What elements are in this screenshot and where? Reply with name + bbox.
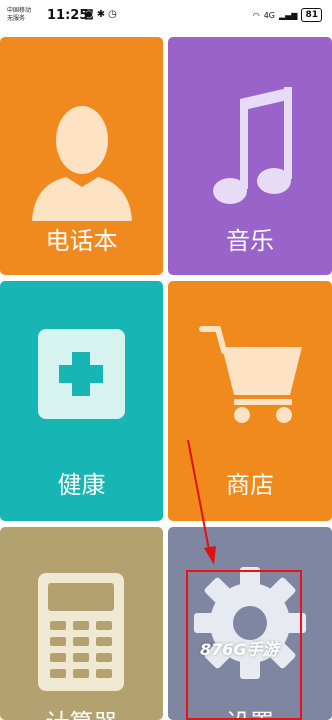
watermark-text: 876G手游 xyxy=(200,640,279,659)
